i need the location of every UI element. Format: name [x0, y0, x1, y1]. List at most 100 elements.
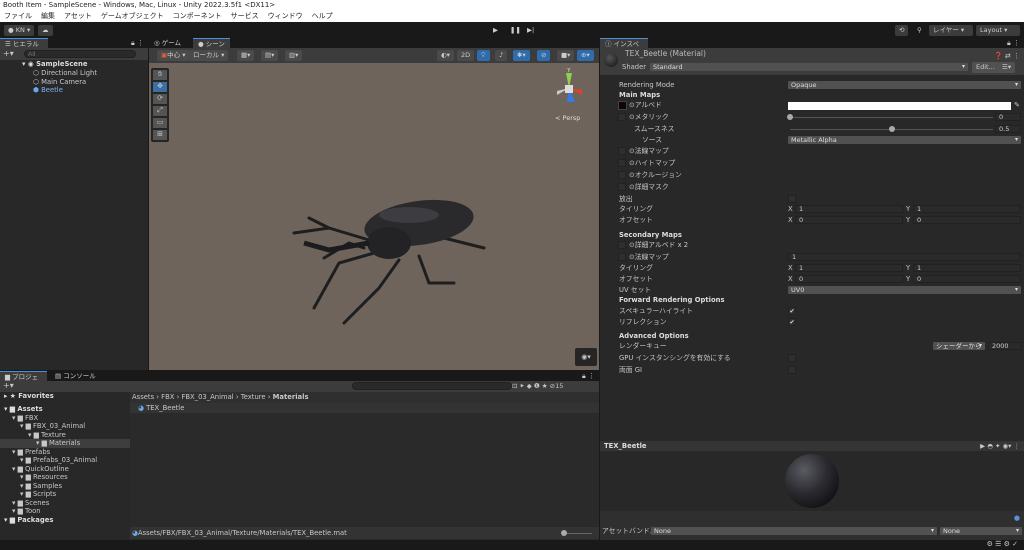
menu-file[interactable]: ファイル	[4, 11, 32, 22]
project-tree-item[interactable]: ▾ ▆ Assets	[0, 405, 130, 414]
breadcrumb-item[interactable]: Texture	[241, 393, 266, 401]
preview-controls[interactable]: ▶ ◓ ✦ ◉▾ ⋮	[980, 442, 1020, 450]
smoothness-slider-handle[interactable]	[888, 126, 895, 132]
layout-dropdown[interactable]: Layout ▾	[976, 25, 1020, 36]
project-tree-item[interactable]: ▾ ▆ Packages	[0, 516, 130, 525]
layers-dropdown[interactable]: レイヤー ▾	[929, 25, 973, 36]
reflections-checkbox[interactable]: ✔	[788, 318, 796, 326]
project-search[interactable]	[352, 382, 512, 390]
tab-project[interactable]: ▆ プロジェクト	[0, 371, 47, 391]
menu-services[interactable]: サービス	[231, 11, 259, 22]
project-tree-item[interactable]: ▾ ▆ Resources	[0, 473, 130, 482]
orientation-gizmo[interactable]: Y	[549, 68, 589, 113]
rendering-mode-dropdown[interactable]: Opaque	[788, 81, 1021, 89]
secondary-tiling-y[interactable]: 1	[913, 264, 1021, 272]
hierarchy-item[interactable]: ⬡ Main Camera	[33, 78, 86, 87]
secondary-tiling-x[interactable]: 1	[795, 264, 903, 272]
project-tree-item[interactable]: ▾ ▆ Prefabs	[0, 448, 130, 457]
source-dropdown[interactable]: Metallic Alpha	[788, 136, 1021, 144]
scene-root[interactable]: ▾ ◉ SampleScene	[22, 60, 87, 69]
occlusion-slot[interactable]	[618, 171, 626, 179]
hierarchy-item-selected[interactable]: ⬢ Beetle	[33, 86, 63, 95]
icon-size-handle[interactable]	[561, 530, 567, 536]
lock-icon[interactable]: 🔒︎ ⋮	[131, 39, 144, 48]
scene-view[interactable]: ◎ ゲーム ● シーン ▣中心 ▾ ローカル ▾ ▦▾ ▤▾ ▥▾ ◐▾ 2D …	[149, 38, 599, 370]
account-button[interactable]: ● KN ▾	[4, 25, 35, 36]
metallic-slider[interactable]	[790, 117, 993, 118]
draw-mode[interactable]: ◐▾	[437, 50, 454, 61]
project-tree-item[interactable]: ▸ ★ Favorites	[0, 392, 130, 401]
camera-overlay-icon[interactable]: ◉▾	[575, 348, 597, 366]
offset-y[interactable]: 0	[913, 216, 1021, 224]
toolbar-extra[interactable]: ▥▾	[285, 50, 303, 61]
tab-inspector[interactable]: ⓘ インスペクター	[600, 38, 648, 58]
status-icons[interactable]: ⚙ ☰ ⚙ ✓	[987, 540, 1018, 548]
play-button[interactable]: ▶	[489, 25, 502, 36]
edit-shader-button[interactable]: Edit...	[972, 62, 999, 73]
scale-tool-icon[interactable]: ⤢	[153, 106, 167, 116]
project-add-button[interactable]: +▾	[3, 381, 14, 390]
offset-x[interactable]: 0	[795, 216, 903, 224]
search-icon[interactable]: ⚲	[913, 25, 926, 36]
hierarchy-search[interactable]	[24, 50, 136, 58]
secondary-normal-scale[interactable]: 1	[788, 253, 1021, 261]
hierarchy-item[interactable]: ⬡ Directional Light	[33, 69, 97, 78]
tiling-x[interactable]: 1	[795, 205, 903, 213]
menu-gameobject[interactable]: ゲームオブジェクト	[101, 11, 164, 22]
project-lock-icon[interactable]: 🔒︎ ⋮	[582, 372, 595, 381]
rect-tool-icon[interactable]: ▭	[153, 118, 167, 128]
label-tag-icon[interactable]: ●	[1014, 514, 1020, 522]
menu-help[interactable]: ヘルプ	[312, 11, 333, 22]
tab-scene[interactable]: ● シーン	[193, 38, 230, 48]
asset-bundle-dropdown[interactable]: None	[651, 527, 937, 535]
2d-toggle[interactable]: 2D	[457, 50, 475, 61]
render-queue-dropdown[interactable]: シェーダーから	[933, 342, 985, 350]
camera-settings[interactable]: ■▾	[557, 50, 575, 61]
step-button[interactable]: ▶|	[523, 25, 538, 36]
tab-game[interactable]: ◎ ゲーム	[149, 38, 186, 48]
breadcrumb-item[interactable]: FBX	[161, 393, 174, 401]
add-button[interactable]: +▾	[3, 49, 14, 58]
uv-set-dropdown[interactable]: UV0	[788, 286, 1021, 294]
menu-assets[interactable]: アセット	[64, 11, 92, 22]
normal-map-slot[interactable]	[618, 147, 626, 155]
menu-edit[interactable]: 編集	[41, 11, 55, 22]
pivot-toggle[interactable]: ▣中心 ▾	[157, 50, 190, 61]
eyedropper-icon[interactable]: ✎	[1014, 101, 1020, 109]
project-tree-item[interactable]: ▾ ▆ Scenes	[0, 499, 130, 508]
project-tree-item[interactable]: ▾ ▆ FBX_03_Animal	[0, 422, 130, 431]
shader-dropdown[interactable]: Standard	[650, 63, 968, 71]
transform-tool-icon[interactable]: ⊞	[153, 130, 167, 140]
smoothness-value[interactable]: 0.5	[995, 125, 1021, 133]
history-icon[interactable]: ⟲	[895, 25, 909, 36]
file-list-item[interactable]: ◕ TEX_Beetle	[130, 403, 599, 413]
secondary-normal-slot[interactable]	[618, 253, 626, 261]
emission-checkbox[interactable]	[788, 195, 796, 203]
cloud-icon[interactable]: ☁	[38, 25, 53, 36]
projection-label[interactable]: < Persp	[555, 114, 580, 122]
project-tree-item[interactable]: ▾ ▆ QuickOutline	[0, 465, 130, 474]
gizmos-toggle[interactable]: ⊕▾	[577, 50, 594, 61]
space-toggle[interactable]: ローカル ▾	[189, 50, 229, 61]
project-tree-item[interactable]: ▾ ▆ Texture	[0, 431, 130, 440]
secondary-offset-x[interactable]: 0	[795, 275, 903, 283]
grid-snap[interactable]: ▦▾	[237, 50, 255, 61]
rotate-tool-icon[interactable]: ⟳	[153, 94, 167, 104]
visibility-toggle[interactable]: ⊘	[537, 50, 551, 61]
tiling-y[interactable]: 1	[913, 205, 1021, 213]
metallic-texture-slot[interactable]	[618, 113, 626, 121]
metallic-slider-handle[interactable]	[787, 114, 793, 120]
menu-component[interactable]: コンポーネント	[173, 11, 222, 22]
project-tree-item[interactable]: ▾ ▆ Prefabs_03_Animal	[0, 456, 130, 465]
asset-variant-dropdown[interactable]: None	[940, 527, 1022, 535]
breadcrumb-item[interactable]: Assets	[132, 393, 154, 401]
breadcrumb-item[interactable]: FBX_03_Animal	[181, 393, 233, 401]
project-tree-item[interactable]: ▾ ▆ Materials	[0, 439, 130, 448]
audio-toggle[interactable]: ♪	[495, 50, 508, 61]
secondary-offset-y[interactable]: 0	[913, 275, 1021, 283]
hand-tool-icon[interactable]: ✋︎	[153, 70, 167, 80]
lighting-toggle[interactable]: 💡︎	[477, 50, 490, 61]
material-preview-sphere[interactable]	[785, 454, 839, 508]
detail-mask-slot[interactable]	[618, 183, 626, 191]
height-map-slot[interactable]	[618, 159, 626, 167]
